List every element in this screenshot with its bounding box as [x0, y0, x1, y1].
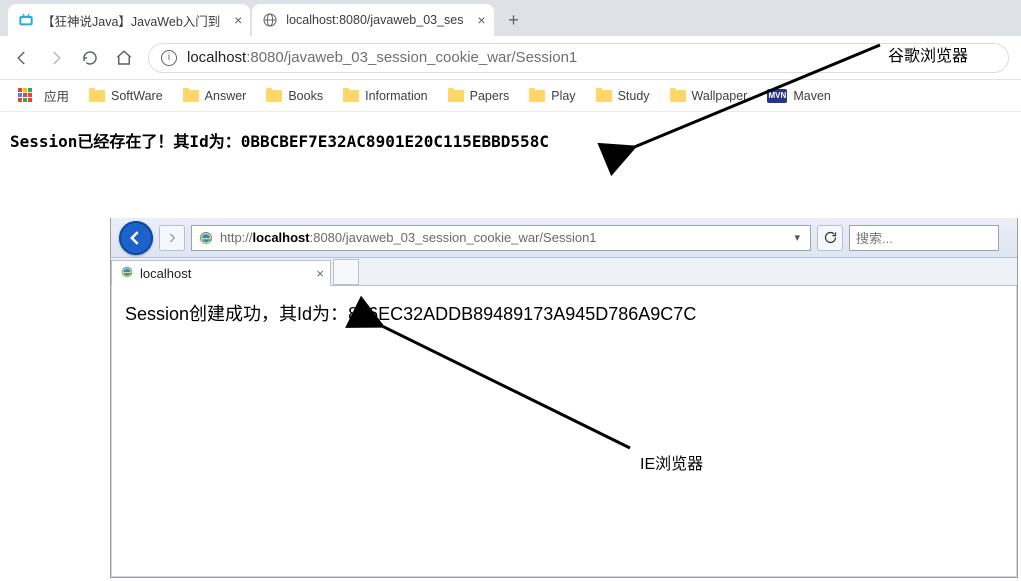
- address-bar[interactable]: i localhost:8080/javaweb_03_session_cook…: [148, 43, 1009, 73]
- folder-icon: [266, 90, 282, 102]
- bookmark-answer[interactable]: Answer: [175, 89, 255, 103]
- home-icon[interactable]: [114, 48, 134, 68]
- url-path: /javaweb_03_session_cookie_war/Session1: [284, 49, 578, 66]
- folder-icon: [343, 90, 359, 102]
- chrome-tab-2-title: localhost:8080/javaweb_03_ses: [286, 13, 463, 27]
- close-icon[interactable]: ×: [234, 12, 242, 28]
- bookmark-study[interactable]: Study: [588, 89, 658, 103]
- chrome-toolbar: i localhost:8080/javaweb_03_session_cook…: [0, 36, 1021, 80]
- chrome-tab-1[interactable]: 【狂神说Java】JavaWeb入门到 ×: [8, 4, 250, 36]
- annotation-ie: IE浏览器: [640, 450, 703, 474]
- chrome-page-content: Session已经存在了！其Id为：0BBCBEF7E32AC8901E20C1…: [0, 112, 1021, 168]
- chrome-tab-1-title: 【狂神说Java】JavaWeb入门到: [42, 11, 220, 30]
- ie-tab-localhost[interactable]: localhost ×: [111, 260, 331, 286]
- ie-url-rest: :8080/javaweb_03_session_cookie_war/Sess…: [310, 230, 597, 245]
- annotation-chrome: 谷歌浏览器: [888, 42, 968, 66]
- bookmark-wallpaper[interactable]: Wallpaper: [662, 89, 756, 103]
- ie-logo-icon: [120, 265, 134, 282]
- folder-icon: [183, 90, 199, 102]
- ie-address-bar[interactable]: http://localhost:8080/javaweb_03_session…: [191, 225, 811, 251]
- chevron-down-icon[interactable]: ▾: [794, 231, 804, 244]
- bookmarks-bar: 应用 SoftWare Answer Books Information Pap…: [0, 80, 1021, 112]
- ie-page-content: Session创建成功，其Id为：896EC32ADDB89489173A945…: [111, 286, 1017, 340]
- apps-button[interactable]: 应用: [10, 86, 77, 105]
- ie-refresh-button[interactable]: [817, 225, 843, 251]
- forward-icon[interactable]: [46, 48, 66, 68]
- bookmark-information[interactable]: Information: [335, 89, 436, 103]
- ie-search-input[interactable]: 搜索...: [849, 225, 999, 251]
- ie-tabstrip: localhost ×: [111, 258, 1017, 286]
- new-tab-button[interactable]: +: [500, 6, 528, 34]
- ie-forward-button[interactable]: [159, 225, 185, 251]
- folder-icon: [529, 90, 545, 102]
- back-icon[interactable]: [12, 48, 32, 68]
- url-port: :8080: [246, 49, 284, 66]
- ie-toolbar: http://localhost:8080/javaweb_03_session…: [111, 218, 1017, 258]
- ie-back-button[interactable]: [119, 221, 153, 255]
- folder-icon: [596, 90, 612, 102]
- session-id-ie: 896EC32ADDB89489173A945D786A9C7C: [348, 304, 696, 324]
- bookmark-books[interactable]: Books: [258, 89, 331, 103]
- ie-logo-icon: [198, 230, 214, 246]
- close-icon[interactable]: ×: [477, 12, 485, 28]
- reload-icon[interactable]: [80, 48, 100, 68]
- globe-icon: [262, 12, 278, 28]
- ie-url-host: localhost: [253, 230, 310, 245]
- folder-icon: [670, 90, 686, 102]
- close-icon[interactable]: ×: [316, 266, 324, 281]
- ie-tab-title: localhost: [140, 266, 191, 281]
- session-id-chrome: 0BBCBEF7E32AC8901E20C115EBBD558C: [241, 132, 549, 151]
- bookmark-papers[interactable]: Papers: [440, 89, 518, 103]
- bookmark-play[interactable]: Play: [521, 89, 583, 103]
- ie-url-prefix: http://: [220, 230, 253, 245]
- chrome-tabstrip: 【狂神说Java】JavaWeb入门到 × localhost:8080/jav…: [0, 0, 1021, 36]
- site-info-icon[interactable]: i: [161, 50, 177, 66]
- session-created-text: Session创建成功，其Id为：: [125, 304, 348, 324]
- folder-icon: [89, 90, 105, 102]
- apps-icon: [18, 88, 34, 104]
- folder-icon: [448, 90, 464, 102]
- bookmark-softWare[interactable]: SoftWare: [81, 89, 171, 103]
- bilibili-icon: [18, 12, 34, 28]
- maven-icon: MVN: [767, 89, 787, 103]
- bookmark-maven[interactable]: MVNMaven: [759, 89, 839, 103]
- ie-new-tab-button[interactable]: [333, 259, 359, 285]
- session-exists-text: Session已经存在了！其Id为：: [10, 132, 241, 151]
- apps-label: 应用: [44, 86, 69, 105]
- url-host: localhost: [187, 49, 246, 66]
- ie-window: http://localhost:8080/javaweb_03_session…: [110, 218, 1018, 578]
- chrome-tab-2[interactable]: localhost:8080/javaweb_03_ses ×: [252, 4, 493, 36]
- ie-search-placeholder: 搜索...: [856, 228, 893, 247]
